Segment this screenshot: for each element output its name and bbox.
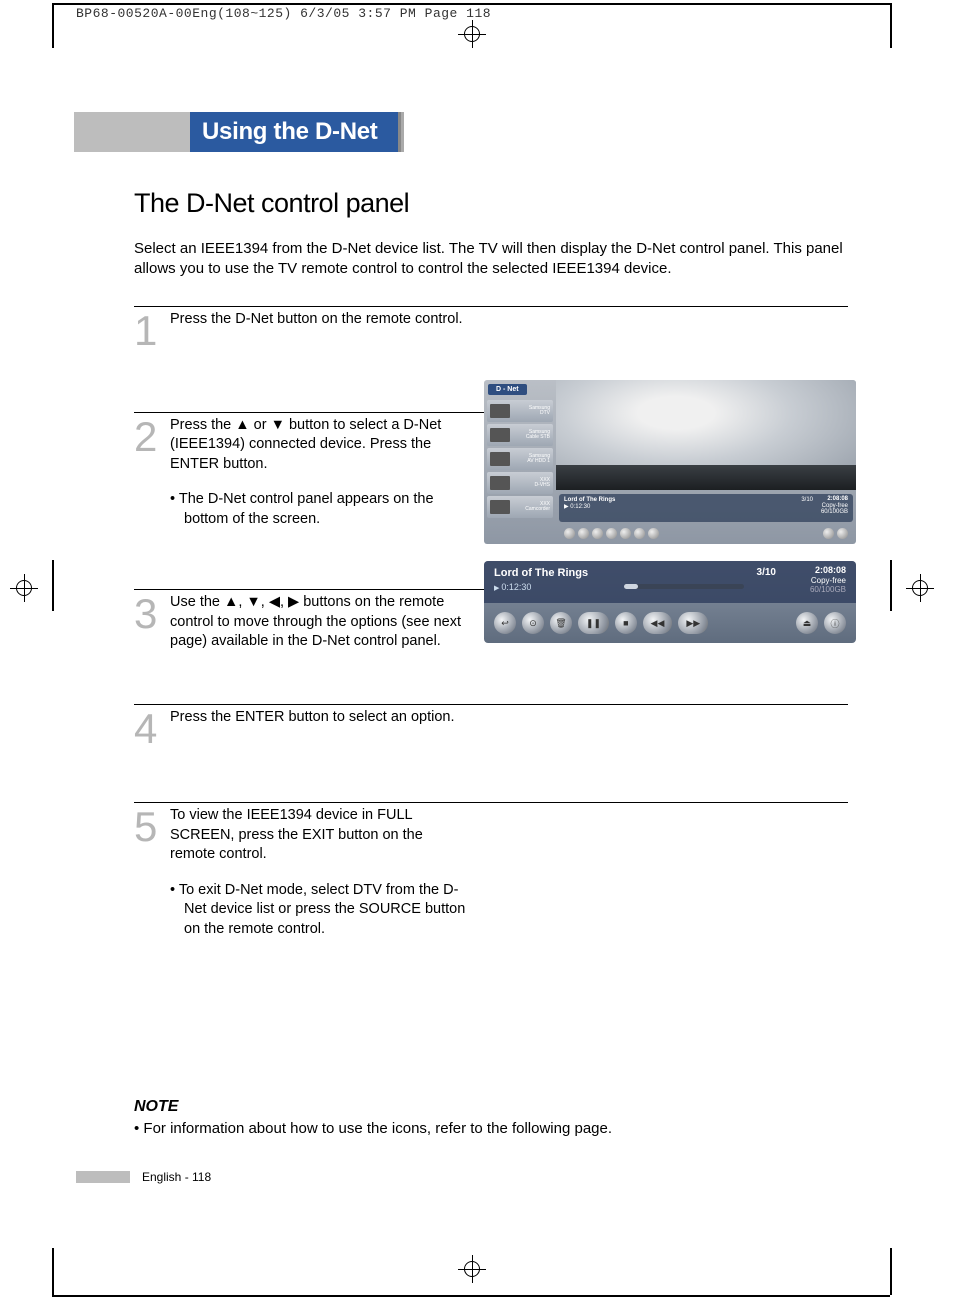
step-4: 4 Press the ENTER button to select an op… — [134, 704, 848, 750]
crop-mark — [52, 1248, 54, 1295]
device-item: SamsungCable STB — [487, 424, 553, 446]
title-shadow — [401, 112, 404, 152]
stop-icon — [620, 528, 631, 539]
step-text: Use the ▲, ▼, ◀, ▶ buttons on the remote… — [170, 593, 470, 652]
registration-mark-icon — [10, 574, 38, 602]
stop-icon: ■ — [615, 612, 636, 634]
crop-mark — [52, 3, 54, 48]
note-text: • For information about how to use the i… — [134, 1120, 794, 1137]
delete-icon: 🗑 — [550, 612, 572, 634]
step-number: 5 — [134, 806, 170, 939]
tv-background-image — [556, 380, 856, 490]
step-text: Press the D-Net button on the remote con… — [170, 310, 470, 352]
section-title-block: Using the D-Net — [134, 112, 848, 152]
print-header-meta: BP68-00520A-00Eng(108~125) 6/3/05 3:57 P… — [76, 6, 491, 21]
note-heading: NOTE — [134, 1098, 794, 1116]
record-icon — [578, 528, 589, 539]
device-item: SamsungDTV — [487, 400, 553, 422]
device-item: XXXCamcorder — [487, 496, 553, 518]
crop-mark — [890, 560, 892, 611]
step-text: Press the ENTER button to select an opti… — [170, 708, 470, 750]
step-number: 3 — [134, 593, 170, 652]
playback-info-bar: Lord of The Rings 0:12:30 3/10 2:08:08 C… — [484, 561, 856, 603]
step-number: 1 — [134, 310, 170, 352]
step-1: 1 Press the D-Net button on the remote c… — [134, 306, 848, 352]
back-icon — [564, 528, 575, 539]
device-list: SamsungDTV SamsungCable STB SamsungAV HD… — [487, 400, 553, 520]
track-count: 3/10 — [757, 567, 776, 578]
section-title: Using the D-Net — [190, 112, 401, 152]
device-item: XXXD-VHS — [487, 472, 553, 494]
title-grey-bar — [74, 112, 190, 152]
step-number: 4 — [134, 708, 170, 750]
info-icon — [837, 528, 848, 539]
media-meta: 2:08:08 Copy-free 60/100GB — [810, 565, 846, 595]
record-icon: ⊙ — [522, 612, 544, 634]
registration-mark-icon — [458, 20, 486, 48]
control-buttons-row: ↩ ⊙ 🗑 ❚❚ ■ ◀◀ ▶▶ ⏏ ⓘ — [484, 603, 856, 643]
footer-text: English - 118 — [142, 1170, 211, 1184]
step-bullet: To exit D-Net mode, select DTV from the … — [170, 881, 470, 940]
registration-mark-icon — [458, 1255, 486, 1283]
crop-mark — [890, 3, 892, 48]
footer-bar — [76, 1171, 130, 1183]
page-subtitle: The D-Net control panel — [134, 188, 848, 219]
forward-icon — [648, 528, 659, 539]
page-footer: English - 118 — [76, 1170, 211, 1184]
note-block: NOTE • For information about how to use … — [134, 1098, 794, 1137]
back-icon: ↩ — [494, 612, 516, 634]
crop-mark — [52, 3, 890, 5]
step-number: 2 — [134, 416, 170, 530]
device-item: SamsungAV HDD 1 — [487, 448, 553, 470]
crop-mark — [52, 560, 54, 611]
rewind-icon — [634, 528, 645, 539]
registration-mark-icon — [906, 574, 934, 602]
forward-icon: ▶▶ — [678, 612, 708, 634]
eject-icon — [823, 528, 834, 539]
step-5: 5 To view the IEEE1394 device in FULL SC… — [134, 802, 848, 939]
delete-icon — [592, 528, 603, 539]
intro-paragraph: Select an IEEE1394 from the D-Net device… — [134, 239, 848, 280]
eject-icon: ⏏ — [796, 612, 818, 634]
dnet-header-label: D - Net — [488, 384, 527, 395]
step-bullet: The D-Net control panel appears on the b… — [170, 490, 470, 529]
progress-bar — [624, 584, 744, 589]
crop-mark — [890, 1248, 892, 1295]
step-text: Press the ▲ or ▼ button to select a D-Ne… — [170, 416, 470, 475]
media-title: Lord of The Rings — [494, 567, 846, 579]
rewind-icon: ◀◀ — [643, 612, 673, 634]
step-text: To view the IEEE1394 device in FULL SCRE… — [170, 806, 470, 865]
control-panel-mini: Lord of The Rings ▶ 0:12:30 3/10 2:08:08… — [559, 494, 853, 522]
crop-mark — [52, 1295, 890, 1297]
control-panel-enlarged: Lord of The Rings 0:12:30 3/10 2:08:08 C… — [484, 561, 856, 643]
tv-screenshot-full: D - Net SamsungDTV SamsungCable STB Sams… — [484, 380, 856, 544]
control-row-mini — [559, 525, 853, 541]
pause-icon: ❚❚ — [578, 612, 609, 634]
pause-icon — [606, 528, 617, 539]
info-icon: ⓘ — [824, 612, 846, 634]
